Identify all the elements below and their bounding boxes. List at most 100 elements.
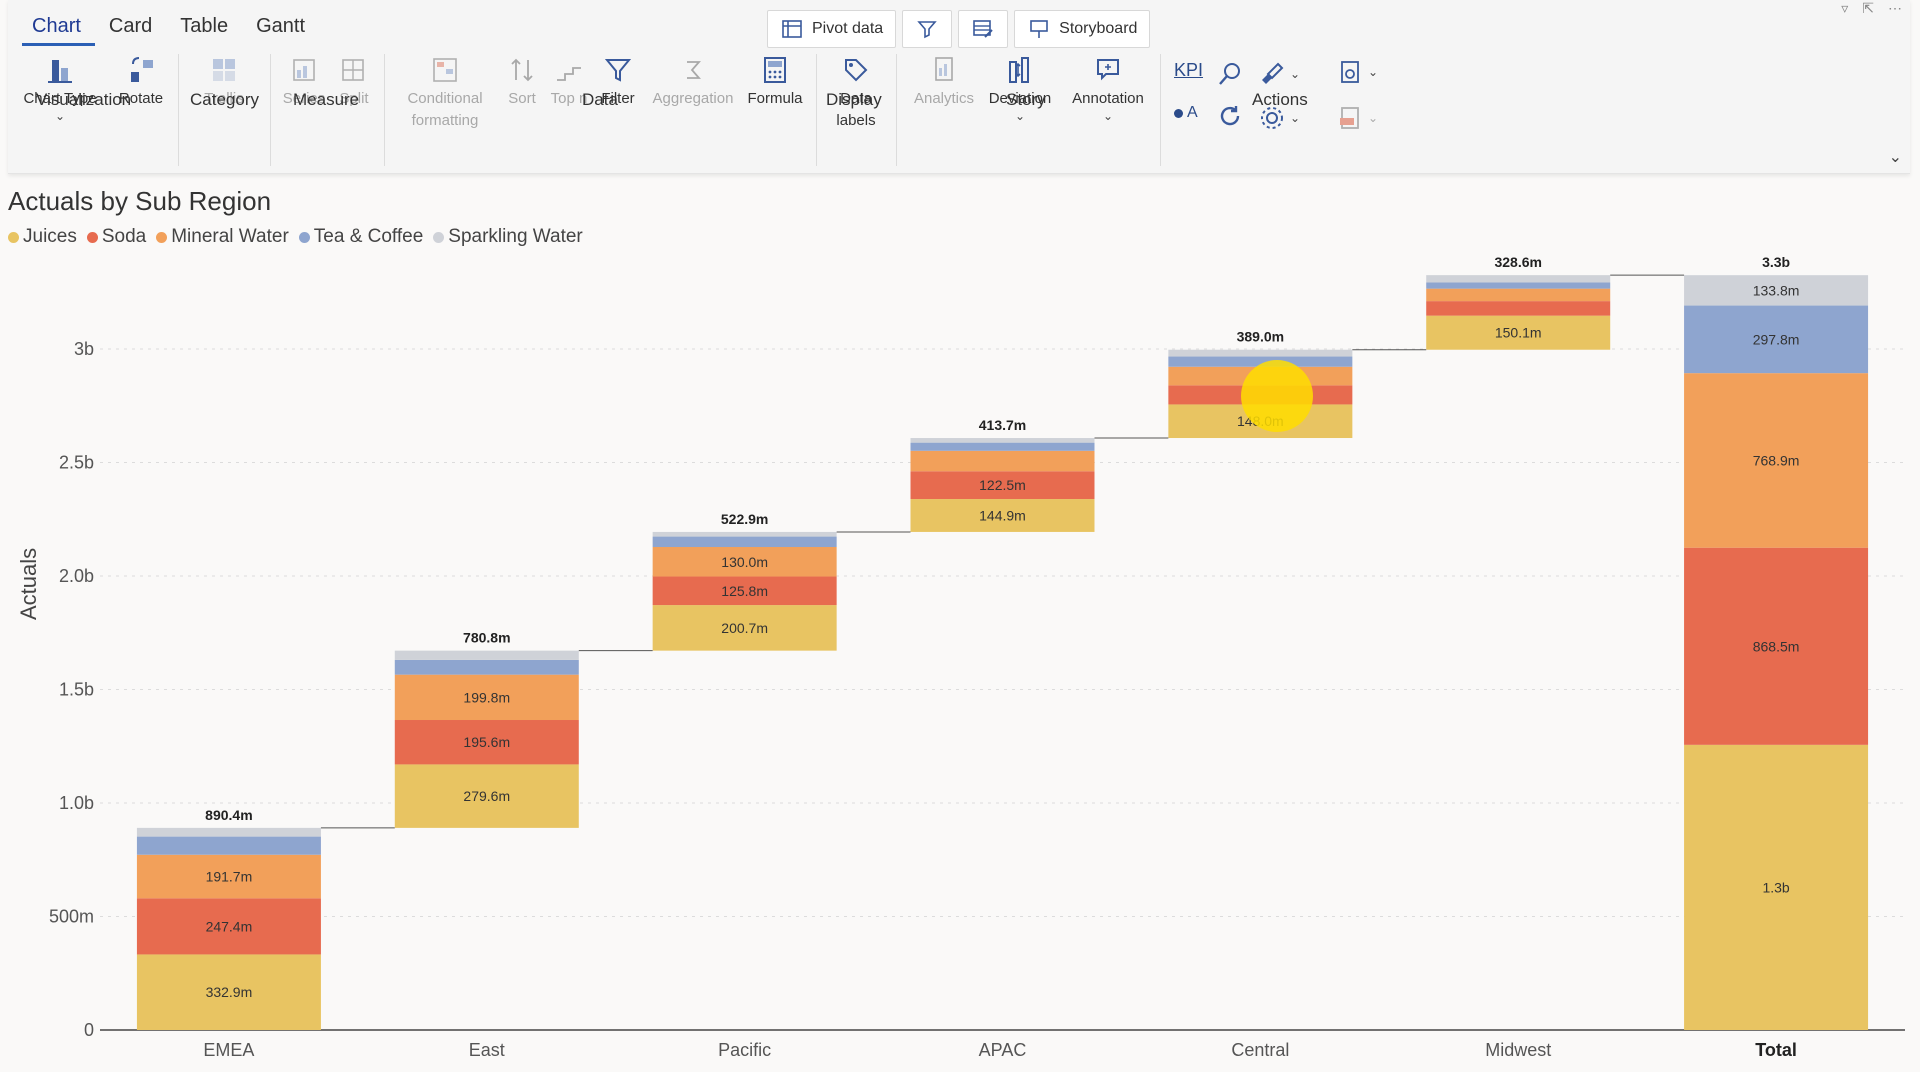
bar-segment[interactable] <box>1426 301 1611 316</box>
total-label: 413.7m <box>979 417 1026 433</box>
bar-segment[interactable] <box>910 438 1095 443</box>
aggregation-button[interactable]: Aggregation <box>644 54 742 110</box>
bar-segment[interactable] <box>136 836 321 855</box>
refresh-button[interactable] <box>1216 102 1244 130</box>
kpi-button[interactable]: KPI <box>1174 60 1203 81</box>
chevron-down-icon: ⌄ <box>1290 111 1301 125</box>
bar-segment[interactable] <box>394 650 579 660</box>
pivot-data-label: Pivot data <box>812 20 884 37</box>
chevron-down-icon: ⌄ <box>1102 109 1114 123</box>
edit-table-button[interactable] <box>958 10 1009 48</box>
legend-label: Tea & Coffee <box>313 226 424 247</box>
analytics-button[interactable]: Analytics <box>904 54 984 110</box>
bar-segment[interactable] <box>652 536 837 548</box>
legend-swatch <box>8 231 19 243</box>
x-tick-label: Central <box>1231 1040 1289 1060</box>
data-label: 768.9m <box>1753 452 1800 468</box>
annotation-label: Annotation <box>1072 90 1144 107</box>
rotate-icon <box>131 57 153 82</box>
sort-button[interactable]: Sort <box>500 54 544 110</box>
pdf-icon <box>1340 107 1359 129</box>
legend-item-juices[interactable]: Juices <box>8 226 77 248</box>
funnel-icon <box>604 59 632 82</box>
chart-type-button[interactable]: Chart Type ⌄ <box>18 54 102 122</box>
group-label-data: Data <box>582 90 618 109</box>
tab-card[interactable]: Card <box>95 14 166 46</box>
legend-label: Soda <box>101 226 147 247</box>
bar-segment[interactable] <box>1168 349 1353 357</box>
refresh-icon <box>1220 106 1240 126</box>
more-icon[interactable]: ⋯ <box>1888 0 1902 17</box>
data-label: 868.5m <box>1753 638 1800 654</box>
legend-item-sparkling-water[interactable]: Sparkling Water <box>433 226 583 248</box>
top-n-icon <box>557 67 581 81</box>
pivot-data-button[interactable]: Pivot data <box>767 10 897 48</box>
data-label: 247.4m <box>206 918 253 934</box>
group-label-display: Display <box>826 90 882 109</box>
group-label-visualization: Visualization <box>36 90 132 109</box>
storyboard-button[interactable]: Storyboard <box>1014 10 1151 48</box>
total-label: 890.4m <box>205 807 252 823</box>
collapse-ribbon-chevron-icon[interactable]: ⌄ <box>1889 150 1902 166</box>
tab-chart[interactable]: Chart <box>22 14 95 46</box>
bar-segment[interactable] <box>652 531 837 537</box>
bar-segment[interactable] <box>136 827 321 837</box>
legend-label: Juices <box>23 226 77 247</box>
aggregation-label: Aggregation <box>652 90 734 107</box>
top-buttons: Pivot data Storyboard <box>767 10 1151 48</box>
x-tick-label: East <box>469 1040 505 1060</box>
pdf-export-button[interactable]: ⌄ <box>1336 104 1378 132</box>
group-divider <box>1160 54 1161 166</box>
annotation-button[interactable]: Annotation ⌄ <box>1062 54 1154 122</box>
filter-icon[interactable]: ▿ <box>1841 0 1848 17</box>
legend-item-soda[interactable]: Soda <box>86 226 147 248</box>
bar-segment[interactable] <box>910 450 1095 472</box>
legend-item-mineral-water[interactable]: Mineral Water <box>156 226 289 248</box>
chevron-down-icon: ⌄ <box>54 109 66 123</box>
sort-label: Sort <box>508 90 536 107</box>
data-label: 191.7m <box>206 869 253 885</box>
chevron-down-icon: ⌄ <box>1014 109 1026 123</box>
group-divider <box>384 54 385 166</box>
tag-icon <box>845 59 868 82</box>
tab-gantt[interactable]: Gantt <box>242 14 319 46</box>
y-tick-label: 500m <box>49 907 94 927</box>
search-button[interactable] <box>1216 60 1244 88</box>
bar-segment[interactable] <box>1426 288 1611 302</box>
sigma-icon <box>687 61 701 79</box>
pivot-icon <box>782 20 802 38</box>
legend-swatch <box>433 231 445 243</box>
formula-label: Formula <box>747 90 803 107</box>
oa-label: A <box>1187 104 1198 121</box>
y-tick-label: 0 <box>84 1020 94 1040</box>
formula-button[interactable]: Formula <box>742 54 808 110</box>
data-label: 199.8m <box>463 689 510 705</box>
bar-segment[interactable] <box>394 659 579 675</box>
conditional-formatting-icon <box>433 58 457 82</box>
sort-icon <box>511 58 533 82</box>
filter-gear-icon <box>917 21 937 39</box>
data-label: 133.8m <box>1753 282 1800 298</box>
deviation-button[interactable]: Deviation ⌄ <box>984 54 1056 122</box>
conditional-formatting-button[interactable]: Conditional formatting <box>392 54 498 132</box>
data-label: 332.9m <box>206 984 253 1000</box>
export-settings-button[interactable]: ⌄ <box>1336 58 1378 86</box>
data-label: 122.5m <box>979 477 1026 493</box>
filter-settings-button[interactable] <box>902 10 953 48</box>
bar-segment[interactable] <box>910 442 1095 451</box>
bar-segment[interactable] <box>1426 275 1611 283</box>
show-values-toggle[interactable]: A <box>1174 104 1198 122</box>
group-label-story: Story <box>1006 90 1046 109</box>
annotation-icon <box>1097 59 1119 81</box>
bar-segment[interactable] <box>1426 282 1611 289</box>
waterfall-chart: 0 500m 1.0b 1.5b 2.0b 2.5b 3b 332.9m 247.4m 191.7… <box>49 254 1905 1060</box>
format-brush-button[interactable]: ⌄ <box>1258 60 1300 88</box>
y-tick-label: 3b <box>74 339 94 359</box>
tab-table[interactable]: Table <box>166 14 242 46</box>
legend-item-tea-coffee[interactable]: Tea & Coffee <box>298 226 424 248</box>
export-gear-icon <box>1341 61 1359 83</box>
data-label: 200.7m <box>721 620 768 636</box>
legend-swatch <box>156 231 168 243</box>
x-tick-label: APAC <box>979 1040 1027 1060</box>
expand-icon[interactable]: ⇱ <box>1862 0 1874 17</box>
